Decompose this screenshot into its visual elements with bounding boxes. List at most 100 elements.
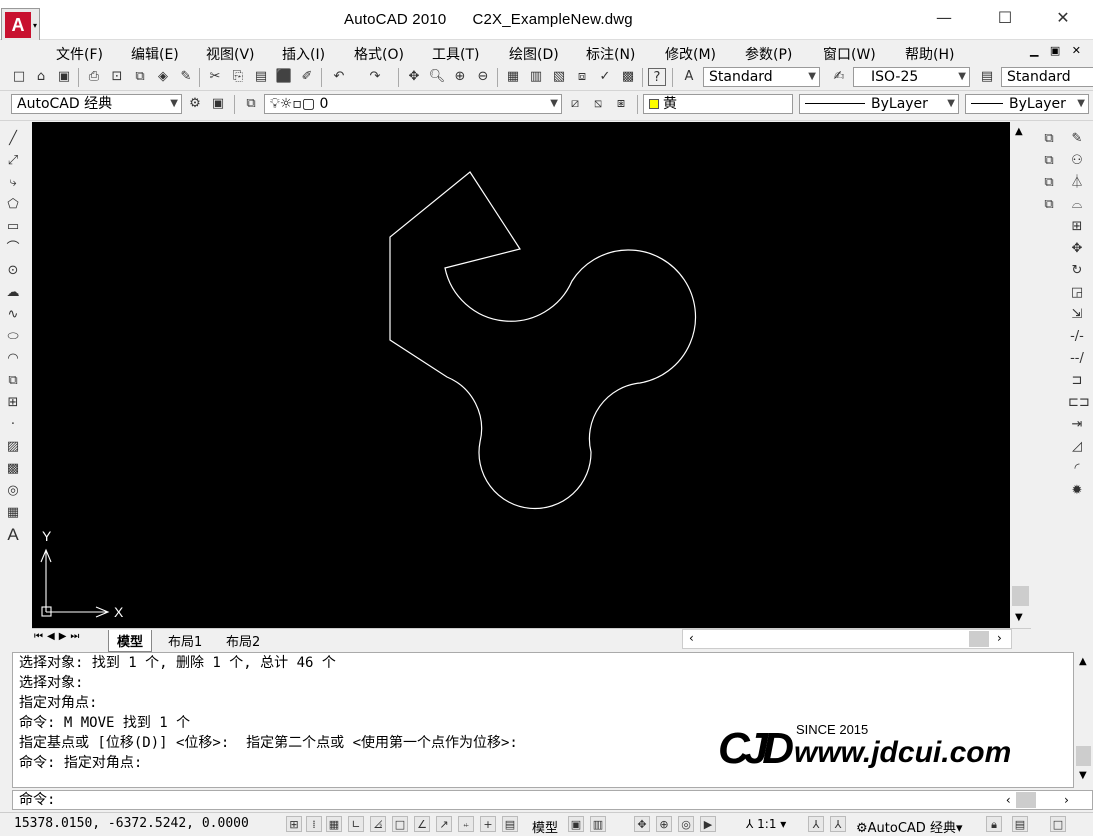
menu-insert[interactable]: 插入(I) xyxy=(282,44,325,64)
tab-layout2[interactable]: 布局2 xyxy=(218,630,268,651)
table-icon[interactable]: ▦ xyxy=(4,504,22,522)
tab-nav-icons[interactable]: ⏮◀▶⏭ xyxy=(34,631,83,642)
explode-icon[interactable]: ✹ xyxy=(1068,482,1086,500)
scroll-up-icon[interactable]: ▲ xyxy=(1015,126,1023,137)
menu-edit[interactable]: 编辑(E) xyxy=(131,44,179,64)
menu-file[interactable]: 文件(F) xyxy=(56,44,103,64)
showmotion-icon[interactable]: ▶ xyxy=(700,816,716,832)
zoom-realtime-icon[interactable]: 🔍︎ xyxy=(428,68,446,86)
rotate-icon[interactable]: ↻ xyxy=(1068,262,1086,280)
redo-icon[interactable]: ↷ xyxy=(366,68,384,86)
gradient-icon[interactable]: ▩ xyxy=(4,460,22,478)
design-center-icon[interactable]: ▥ xyxy=(527,68,545,86)
save-icon[interactable]: ▣ xyxy=(55,68,73,86)
annotation-visibility-icon[interactable]: ⅄ xyxy=(808,816,824,832)
otrack-icon[interactable]: ∠ xyxy=(414,816,430,832)
stretch-icon[interactable]: ⇲ xyxy=(1068,306,1086,324)
layer-state-icon[interactable]: ⧆ xyxy=(612,95,630,113)
auto-scale-icon[interactable]: ⅄ xyxy=(830,816,846,832)
layer-previous-icon[interactable]: ⧅ xyxy=(589,95,607,113)
3d-dwf-icon[interactable]: ◈ xyxy=(154,68,172,86)
erase-icon[interactable]: ✎ xyxy=(1068,130,1086,148)
bring-to-front-icon[interactable]: ⧉ xyxy=(1040,130,1058,148)
scroll-right-icon[interactable]: › xyxy=(997,631,1002,645)
clean-screen-icon[interactable]: □ xyxy=(1050,816,1066,832)
ellipse-icon[interactable]: ⬭ xyxy=(4,328,22,346)
dim-style-select[interactable]: ISO-25 ▼ xyxy=(853,67,970,87)
menu-parametric[interactable]: 参数(P) xyxy=(745,44,792,64)
revcloud-icon[interactable]: ☁︎ xyxy=(4,284,22,302)
line-icon[interactable]: ╱ xyxy=(4,130,22,148)
match-properties-icon[interactable]: ⬛ xyxy=(275,68,293,86)
ellipse-arc-icon[interactable]: ◠ xyxy=(4,350,22,368)
steeringwheel-icon[interactable]: ◎ xyxy=(678,816,694,832)
quick-properties-icon[interactable]: ▤ xyxy=(502,816,518,832)
menu-dimension[interactable]: 标注(N) xyxy=(586,44,635,64)
scroll-down-icon[interactable]: ▼ xyxy=(1079,770,1087,781)
close-button[interactable]: ✕ xyxy=(1048,8,1078,30)
mdi-controls[interactable]: ▁ ▣ ✕ xyxy=(1030,44,1085,57)
send-to-back-icon[interactable]: ⧉ xyxy=(1040,152,1058,170)
vertical-scrollbar[interactable]: ▲ ▼ xyxy=(1010,122,1031,628)
workspace-select[interactable]: AutoCAD 经典 ▼ xyxy=(11,94,182,114)
properties-icon[interactable]: ▦ xyxy=(504,68,522,86)
join-icon[interactable]: ⇥ xyxy=(1068,416,1086,434)
new-icon[interactable]: □ xyxy=(10,68,28,86)
offset-icon[interactable]: ⌓ xyxy=(1068,196,1086,214)
plot-preview-icon[interactable]: ⊡ xyxy=(108,68,126,86)
menu-tools[interactable]: 工具(T) xyxy=(432,44,479,64)
markup-icon[interactable]: ✓ xyxy=(596,68,614,86)
break-icon[interactable]: ⊏⊐ xyxy=(1068,394,1090,412)
menu-help[interactable]: 帮助(H) xyxy=(905,44,954,64)
snap-icon[interactable]: ⁞ xyxy=(306,816,322,832)
menu-modify[interactable]: 修改(M) xyxy=(665,44,716,64)
zoom-previous-icon[interactable]: ⊖ xyxy=(474,68,492,86)
point-icon[interactable]: · xyxy=(4,416,22,434)
maximize-button[interactable]: ☐ xyxy=(990,8,1020,30)
zoom-window-icon[interactable]: ⊕ xyxy=(451,68,469,86)
menu-window[interactable]: 窗口(W) xyxy=(823,44,876,64)
ortho-icon[interactable]: ∟ xyxy=(348,816,364,832)
array-icon[interactable]: ⊞ xyxy=(1068,218,1086,236)
mirror-icon[interactable]: ⏃ xyxy=(1068,174,1086,192)
etransmit-icon[interactable]: ✎ xyxy=(177,68,195,86)
make-block-icon[interactable]: ⊞ xyxy=(4,394,22,412)
zoom-status-icon[interactable]: ⊕ xyxy=(656,816,672,832)
tab-model[interactable]: 模型 xyxy=(108,630,153,652)
tool-palettes-icon[interactable]: ▧ xyxy=(550,68,568,86)
model-space-label[interactable]: 模型 xyxy=(532,817,558,836)
chamfer-icon[interactable]: ◿ xyxy=(1068,438,1086,456)
infer-constraints-icon[interactable]: ⊞ xyxy=(286,816,302,832)
copy-icon[interactable]: ⚇ xyxy=(1068,152,1086,170)
minimize-button[interactable]: — xyxy=(929,8,959,30)
plot-icon[interactable]: ⎙ xyxy=(85,68,103,86)
bring-above-icon[interactable]: ⧉ xyxy=(1040,174,1058,192)
color-select[interactable]: 黄 xyxy=(643,94,793,114)
dyn-icon[interactable]: ⍅ xyxy=(458,816,474,832)
scroll-thumb[interactable] xyxy=(1012,586,1029,606)
table-style-icon[interactable]: ▤ xyxy=(978,68,996,86)
spline-icon[interactable]: ∿ xyxy=(4,306,22,324)
sheet-set-icon[interactable]: ⧈ xyxy=(573,68,591,86)
command-input[interactable]: 命令: ‹ › xyxy=(12,790,1093,810)
lineweight-select[interactable]: ByLayer ▼ xyxy=(965,94,1089,114)
ducs-icon[interactable]: ↗ xyxy=(436,816,452,832)
lineweight-toggle-icon[interactable]: + xyxy=(480,816,496,832)
menu-view[interactable]: 视图(V) xyxy=(206,44,255,64)
lock-icon[interactable]: 🔒︎ xyxy=(986,816,1002,832)
pan-status-icon[interactable]: ✥ xyxy=(634,816,650,832)
layer-select[interactable]: 💡︎☼▫▢ 0 ▼ xyxy=(264,94,562,114)
linetype-select[interactable]: ByLayer ▼ xyxy=(799,94,959,114)
mtext-icon[interactable]: A xyxy=(4,526,22,544)
scale-icon[interactable]: ◲ xyxy=(1068,284,1086,302)
text-style-icon[interactable]: A xyxy=(680,68,698,86)
open-icon[interactable]: ⌂ xyxy=(32,68,50,86)
scroll-up-icon[interactable]: ▲ xyxy=(1079,656,1087,667)
cut-icon[interactable]: ✂ xyxy=(206,68,224,86)
text-style-select[interactable]: Standard ▼ xyxy=(703,67,820,87)
polyline-icon[interactable]: ⤷ xyxy=(4,174,22,192)
block-editor-icon[interactable]: ✐ xyxy=(298,68,316,86)
dim-style-icon[interactable]: ✍ xyxy=(830,68,848,86)
h-scroll-thumb[interactable] xyxy=(969,631,989,647)
workspace-switch[interactable]: ⚙AutoCAD 经典▾ xyxy=(856,817,962,836)
